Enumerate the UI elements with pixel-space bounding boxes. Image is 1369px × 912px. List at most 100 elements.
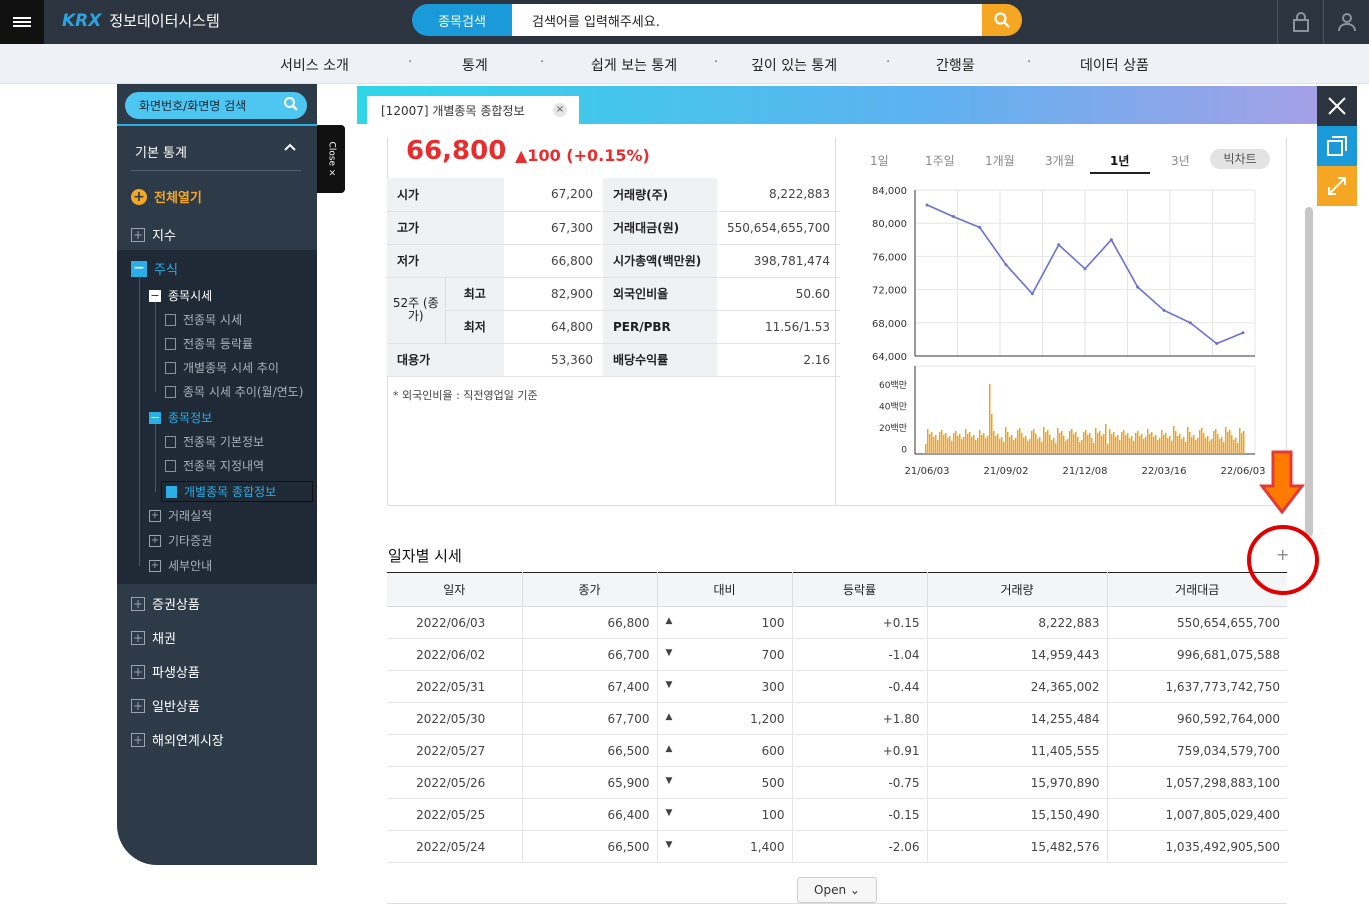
volume-bar (1149, 434, 1151, 454)
search-input[interactable]: 검색어를 입력해주세요. (512, 4, 982, 36)
volume-bar (957, 436, 959, 454)
cell-rate: -1.04 (792, 638, 928, 671)
new-window-button[interactable] (1317, 126, 1357, 166)
expand-button[interactable] (1317, 166, 1357, 206)
sidebar-item-summary-info[interactable]: 개별종목 종합정보 (161, 481, 313, 502)
volume-bar (945, 433, 947, 454)
sidebar-item-etp[interactable]: + 증권상품 (131, 594, 200, 613)
quote-row: 최저 64,800 PER/PBR 11.56/1.53 (387, 310, 841, 344)
volume-bar (1157, 440, 1159, 454)
plus-box-icon: + (131, 630, 145, 645)
volume-bar (1145, 437, 1147, 454)
menu-icon[interactable] (0, 0, 44, 44)
volume-bar (1029, 439, 1031, 454)
sidebar-item-other-securities[interactable]: + 기타증권 (149, 532, 212, 549)
tab-12007[interactable]: [12007] 개별종목 종합정보 × (367, 96, 579, 124)
nav-item-easy-stats[interactable]: 쉽게 보는 통계 (591, 55, 677, 75)
volume-bar (985, 438, 987, 454)
volume-bar (1179, 434, 1181, 454)
sidebar-item-bond[interactable]: + 채권 (131, 628, 176, 647)
volume-bar (1049, 435, 1051, 454)
sidebar-item-price-trend[interactable]: 개별종목 시세 추이 (165, 359, 279, 376)
cell-volume: 15,482,576 (927, 830, 1108, 863)
lock-button[interactable] (1277, 0, 1323, 44)
volume-bar (1155, 435, 1157, 454)
volume-bar (999, 439, 1001, 454)
cell-volume: 24,365,002 (927, 670, 1108, 703)
volume-bar (963, 437, 965, 454)
nav-item-data-products[interactable]: 데이터 상품 (1080, 55, 1149, 75)
cell-rate: -0.44 (792, 670, 928, 703)
sidebar-item-all-prices[interactable]: 전종목 시세 (165, 311, 242, 328)
volume-bar (1117, 435, 1119, 454)
period-3m[interactable]: 3개월 (1045, 152, 1075, 169)
cell-date: 2022/06/02 (387, 638, 523, 671)
price-point (951, 215, 955, 219)
period-3y[interactable]: 3년 (1171, 152, 1190, 169)
sidebar-item-stock-price[interactable]: − 종목시세 (149, 287, 212, 304)
volume-bar (1053, 438, 1055, 454)
down-arrow-icon: ▼ (665, 679, 673, 690)
chevron-up-icon[interactable] (283, 140, 297, 154)
cell-volume: 8,222,883 (927, 606, 1108, 639)
nav-item-stats[interactable]: 통계 (462, 55, 488, 75)
sidebar-item-basic-info[interactable]: 전종목 기본정보 (165, 433, 264, 450)
volume-bar (997, 434, 999, 454)
cell-amount: 996,681,075,588 (1107, 638, 1287, 671)
sidebar-item-commodities[interactable]: + 일반상품 (131, 696, 200, 715)
main-nav: 서비스 소개 · 통계 · 쉽게 보는 통계 · 깊이 있는 통계 · 간행물 … (0, 44, 1369, 84)
period-1w[interactable]: 1주일 (925, 152, 955, 169)
sidebar-item-stock-info[interactable]: − 종목정보 (149, 409, 212, 426)
expand-all-button[interactable]: + 전체열기 (131, 187, 202, 206)
volume-bar (1191, 437, 1193, 454)
nav-item-deep-stats[interactable]: 깊이 있는 통계 (751, 55, 837, 75)
price-chart: 84,000 80,000 76,000 72,000 68,000 64,000 60백만… (872, 186, 1265, 477)
krx-logo[interactable]: KRX 정보데이터시스템 (62, 10, 220, 31)
screen-search-input[interactable]: 화면번호/화면명 검색 (125, 92, 307, 119)
expand-icon (1328, 177, 1346, 195)
sidebar-item-all-rates[interactable]: 전종목 등락률 (165, 335, 253, 352)
volume-bar (1059, 433, 1061, 454)
volume-bar (1227, 432, 1229, 454)
sidebar-close-button[interactable]: Close × (317, 125, 345, 193)
nav-item-publications[interactable]: 간행물 (936, 55, 975, 75)
volume-bar (949, 436, 951, 454)
red-circle-annotation (1247, 525, 1319, 595)
volume-bar (953, 433, 955, 454)
sidebar-item-overseas[interactable]: + 해외연계시장 (131, 730, 224, 749)
x-tick-label: 21/06/03 (905, 466, 950, 477)
open-button[interactable]: Open ⌄ (797, 877, 877, 903)
user-button[interactable] (1323, 0, 1369, 44)
volume-bar (1009, 437, 1011, 454)
col-volume: 거래량 (927, 572, 1108, 607)
big-chart-button[interactable]: 빅차트 (1210, 149, 1270, 169)
volume-bar (943, 435, 945, 454)
volume-bar (1153, 437, 1155, 454)
search-type-select[interactable]: 종목검색 (412, 4, 512, 36)
plus-box-icon: + (131, 698, 145, 713)
sidebar-item-guide[interactable]: + 세부안내 (149, 557, 212, 574)
nav-item-service[interactable]: 서비스 소개 (280, 55, 349, 75)
close-all-button[interactable] (1317, 86, 1357, 126)
volume-bar (1093, 443, 1095, 454)
sidebar-item-price-trend-monthly[interactable]: 종목 시세 추이(월/연도) (165, 383, 303, 400)
cell-close: 66,500 (522, 734, 658, 767)
period-1y[interactable]: 1년 (1110, 152, 1129, 169)
table-row: 2022/06/02 66,700 ▼ 700 -1.04 14,959,443 996,6… (387, 638, 1287, 671)
sidebar-item-index[interactable]: + 지수 (131, 225, 176, 244)
volume-bar (959, 434, 961, 454)
cell-date: 2022/05/27 (387, 734, 523, 767)
search-button[interactable] (982, 4, 1022, 36)
close-icon[interactable]: × (553, 103, 567, 117)
volume-bar (1061, 431, 1063, 454)
period-1d[interactable]: 1일 (870, 152, 889, 169)
sidebar-item-trading[interactable]: + 거래실적 (149, 507, 212, 524)
volume-bar (1101, 436, 1103, 454)
sidebar-item-derivatives[interactable]: + 파생상품 (131, 662, 200, 681)
search-icon[interactable] (283, 96, 299, 112)
period-1m[interactable]: 1개월 (985, 152, 1015, 169)
sidebar-header[interactable]: 기본 통계 (135, 142, 187, 161)
price-point (1057, 243, 1061, 247)
col-diff: 대비 (657, 572, 793, 607)
sidebar-item-designation[interactable]: 전종목 지정내역 (165, 457, 264, 474)
